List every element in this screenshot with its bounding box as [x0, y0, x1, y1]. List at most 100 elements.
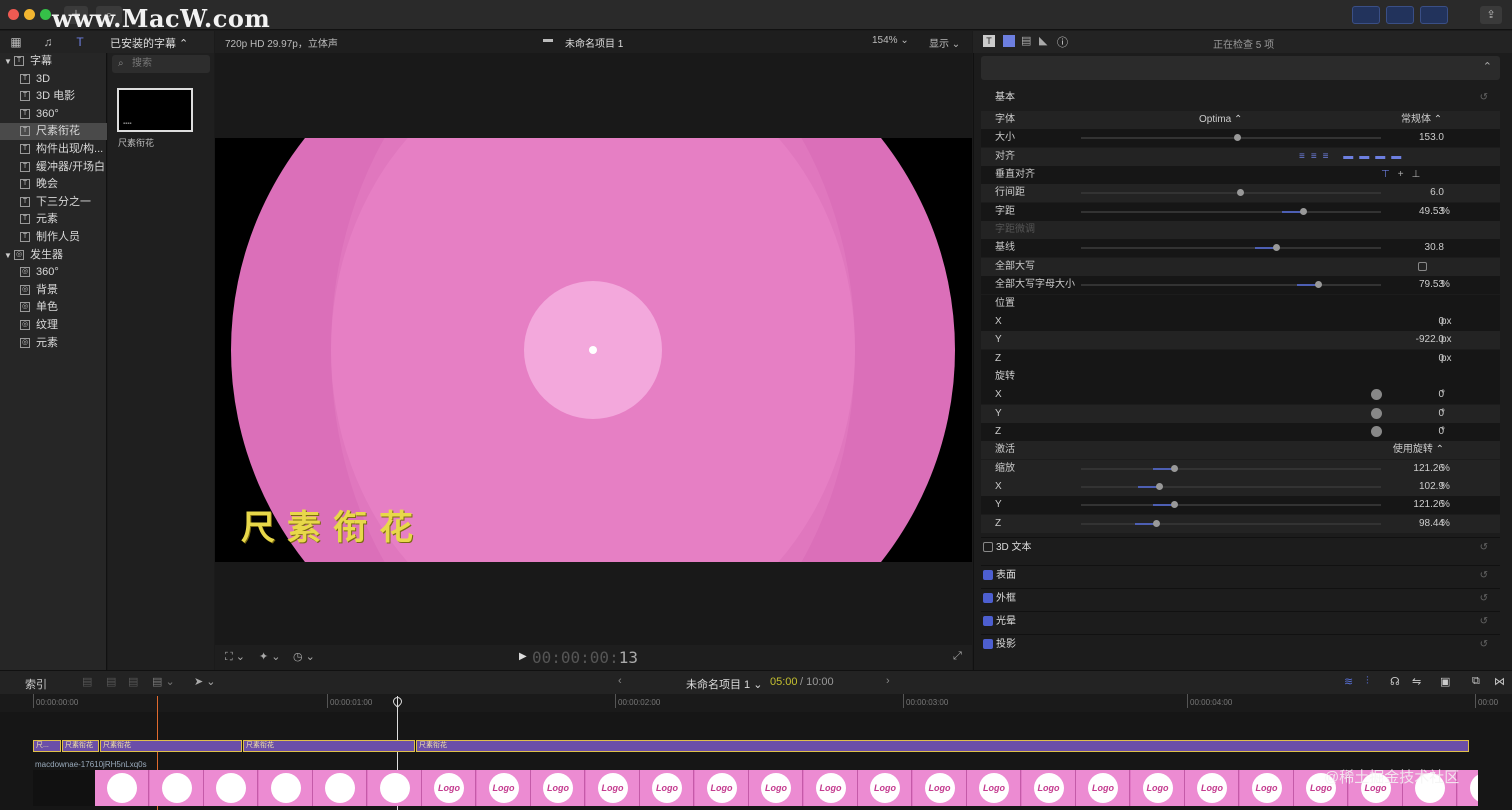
font-family-select[interactable]: Optima ⌃ [1199, 111, 1242, 129]
sidebar-item[interactable]: T 构件出现/构... [0, 141, 107, 158]
video-inspector-icon[interactable]: ▤ [1021, 34, 1031, 47]
media-icon[interactable]: ▦ [8, 35, 24, 49]
audio-skimming-icon[interactable]: ≋ [1344, 675, 1353, 688]
sidebar-item[interactable]: T 3D 电影 [0, 88, 107, 105]
sidebar-item[interactable]: T 尺素衔花 [0, 123, 107, 141]
sidebar-item[interactable]: T 晚会 [0, 176, 107, 193]
zoom-window-button[interactable] [40, 9, 51, 20]
timeline-toggle-button[interactable] [1386, 6, 1414, 24]
sidebar-section-1[interactable]: ▼ ◎ 发生器 [0, 247, 107, 264]
value-field[interactable]: 121.26 [1413, 496, 1444, 514]
slider-knob[interactable] [1153, 519, 1160, 527]
clip-appearance-icon[interactable]: ▣ [1440, 675, 1450, 688]
play-button[interactable]: ▶ [519, 651, 527, 662]
enhance-icon[interactable]: ✦ ⌄ [259, 650, 281, 663]
text-inspector-icon[interactable]: T [983, 35, 995, 47]
reset-icon[interactable]: ↺ [1480, 589, 1488, 609]
sidebar-item[interactable]: T 360° [0, 106, 107, 123]
slider-knob[interactable] [1234, 134, 1241, 142]
section-checkbox[interactable] [983, 593, 993, 604]
info-icon[interactable]: ⓘ [1057, 34, 1068, 50]
transitions-browser-icon[interactable]: ⋈ [1494, 675, 1505, 688]
transform-icon[interactable]: ⛶ ⌄ [225, 650, 245, 664]
effects-browser-icon[interactable]: ⧉ [1472, 675, 1480, 688]
value-slider[interactable] [1081, 134, 1381, 142]
value-slider[interactable] [1081, 519, 1381, 527]
section-checkbox[interactable] [983, 616, 993, 627]
basic-section-header[interactable]: 基本 ↺ [981, 88, 1500, 108]
value-slider[interactable] [1081, 207, 1381, 215]
browser-toggle-button[interactable] [1352, 6, 1380, 24]
title-thumbnail[interactable]: ▪▪▪▪ [117, 88, 193, 132]
sound-icon[interactable]: ♫ [40, 35, 56, 49]
text-preset-select[interactable]: ⌃ [981, 56, 1500, 80]
inspector-section[interactable]: 投影 ↺ [981, 634, 1500, 654]
value-field[interactable]: 30.8 [1425, 239, 1444, 257]
reset-icon[interactable]: ↺ [1480, 88, 1488, 108]
minimize-window-button[interactable] [24, 9, 35, 20]
color-inspector-icon[interactable]: ◣ [1039, 34, 1047, 47]
sidebar-item[interactable]: ◎ 纹理 [0, 317, 107, 334]
timeline-ruler[interactable]: 00:00:00:00 00:00:01:00 00:00:02:00 00:00:0… [0, 694, 1512, 712]
video-clip-filmstrip[interactable]: Logo Logo Logo Logo Logo Logo Logo Logo Logo Logo… [33, 770, 1478, 806]
snapping-icon[interactable]: ⇋ [1412, 675, 1421, 688]
value-field[interactable]: 6.0 [1430, 184, 1444, 202]
title-clip[interactable]: 尺... [33, 740, 61, 752]
activate-select[interactable]: 使用旋转 ⌃ [1393, 441, 1444, 459]
section-checkbox[interactable] [983, 570, 993, 581]
title-clip[interactable]: 尺素衔花 [62, 740, 99, 752]
sidebar-item[interactable]: T 下三分之一 [0, 194, 107, 211]
title-inspector-icon[interactable] [1003, 35, 1015, 47]
value-slider[interactable] [1081, 189, 1381, 197]
vertical-align-buttons[interactable]: ⊤+⊥ [1381, 166, 1428, 184]
rotation-dial[interactable] [1371, 407, 1382, 419]
title-clip[interactable]: 尺素衔花 [416, 740, 1469, 752]
disclosure-triangle-icon[interactable]: ▼ [4, 247, 12, 264]
display-dropdown[interactable]: 显示 ⌄ [929, 35, 960, 50]
headphones-icon[interactable]: ☊ [1390, 675, 1400, 688]
sidebar-item[interactable]: ◎ 单色 [0, 299, 107, 316]
section-checkbox[interactable] [983, 542, 993, 553]
titles-icon[interactable]: T [72, 35, 88, 49]
slider-knob[interactable] [1237, 189, 1244, 197]
value-field[interactable]: -922.0 [1416, 331, 1444, 349]
disclosure-triangle-icon[interactable]: ▼ [4, 53, 12, 70]
slider-knob[interactable] [1171, 501, 1178, 509]
title-clip[interactable]: 尺素衔花 [100, 740, 242, 752]
overwrite-clip-icon[interactable]: ▤ ⌄ [152, 675, 175, 688]
index-button[interactable]: 索引 [25, 676, 47, 692]
sidebar-item[interactable]: T 制作人员 [0, 229, 107, 246]
sidebar-item[interactable]: T 元素 [0, 211, 107, 228]
share-button[interactable]: ⇪ [1480, 6, 1502, 24]
slider-knob[interactable] [1300, 207, 1307, 215]
sidebar-section-0[interactable]: ▼ T 字幕 [0, 53, 107, 70]
reset-icon[interactable]: ↺ [1480, 538, 1488, 558]
slider-knob[interactable] [1315, 281, 1322, 289]
sidebar-item[interactable]: T 3D [0, 71, 107, 88]
zoom-dropdown[interactable]: 154% ⌄ [872, 35, 909, 46]
value-slider[interactable] [1081, 483, 1381, 490]
sidebar-item[interactable]: ◎ 元素 [0, 335, 107, 352]
inspector-section[interactable]: 表面 ↺ [981, 565, 1500, 585]
value-slider[interactable] [1081, 464, 1381, 472]
search-input[interactable]: ⌕ 搜索 [112, 55, 210, 73]
back-arrow-icon[interactable]: ‹ [618, 675, 622, 687]
section-checkbox[interactable] [983, 639, 993, 650]
sidebar-item[interactable]: T 缓冲器/开场白 [0, 159, 107, 176]
sidebar-item[interactable]: ◎ 360° [0, 264, 107, 281]
timeline-project-dropdown[interactable]: 未命名项目 1 ⌄ [686, 676, 762, 692]
close-window-button[interactable] [8, 9, 19, 20]
rotation-dial[interactable] [1371, 425, 1382, 437]
forward-arrow-icon[interactable]: › [886, 675, 890, 687]
inspector-section[interactable]: 光晕 ↺ [981, 611, 1500, 631]
connect-clip-icon[interactable]: ▤ [82, 675, 92, 688]
rotation-dial[interactable] [1371, 389, 1382, 401]
alignment-buttons[interactable]: ≡≡≡ ▬▬▬▬ [1299, 148, 1407, 166]
reset-icon[interactable]: ↺ [1480, 566, 1488, 586]
inspector-toggle-button[interactable] [1420, 6, 1448, 24]
value-slider[interactable] [1081, 501, 1381, 509]
title-clip[interactable]: 尺素衔花 [243, 740, 415, 752]
value-slider[interactable] [1081, 281, 1381, 289]
reset-icon[interactable]: ↺ [1480, 635, 1488, 655]
skimming-icon[interactable]: ⫶ [1366, 675, 1369, 688]
